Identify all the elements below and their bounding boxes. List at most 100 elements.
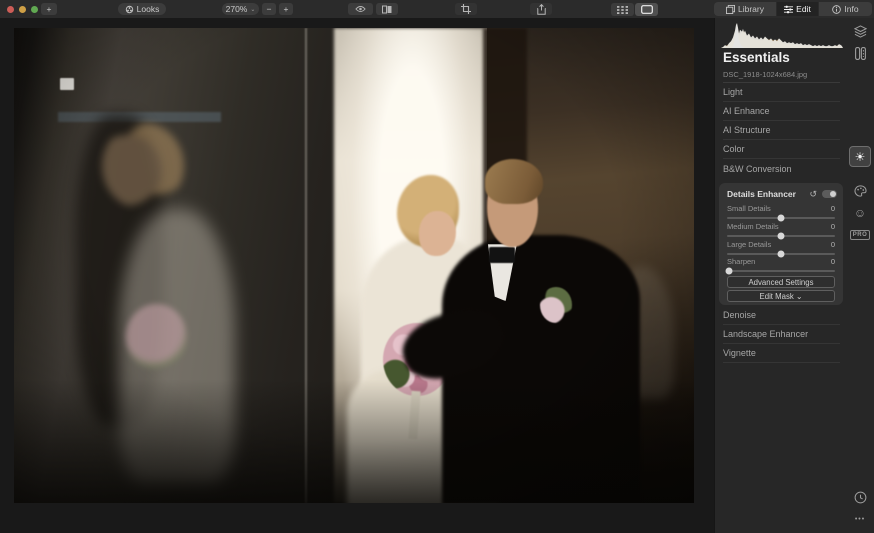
reset-icon[interactable]: ↺ — [809, 189, 817, 199]
close-button[interactable] — [7, 6, 14, 13]
zoom-out-button[interactable]: − — [262, 3, 276, 15]
wedding-photo[interactable] — [14, 28, 694, 503]
section-denoise[interactable]: Denoise — [723, 306, 840, 325]
palette-icon — [854, 185, 867, 197]
histogram[interactable] — [721, 22, 843, 48]
edit-mask-button[interactable]: Edit Mask ⌄ — [727, 290, 835, 302]
tab-info-label: Info — [844, 4, 858, 14]
section-label: AI Structure — [723, 125, 771, 135]
gallery-view-button[interactable] — [611, 3, 634, 16]
slider-handle[interactable] — [726, 267, 733, 274]
toolbar: + Looks 270% ⌄ − + — [0, 0, 874, 18]
slider-value: 0 — [831, 204, 835, 213]
compare-panel-button[interactable] — [846, 44, 874, 62]
share-icon — [537, 4, 546, 15]
looks-label: Looks — [137, 4, 160, 14]
more-options-button[interactable]: ••• — [846, 510, 874, 528]
slider-handle[interactable] — [778, 232, 785, 239]
app-window: + Looks 270% ⌄ − + — [0, 0, 874, 533]
smiley-icon: ☺ — [854, 206, 866, 220]
slider-track[interactable] — [727, 270, 835, 272]
slider-value: 0 — [831, 222, 835, 231]
zoom-level-dropdown[interactable]: 270% ⌄ — [222, 3, 259, 15]
slider-label: Small Details — [727, 204, 771, 213]
tab-library[interactable]: Library — [714, 2, 777, 16]
tool-icon-strip: ☀ ☺ PRO ••• — [846, 18, 874, 533]
share-button[interactable] — [530, 3, 552, 15]
slider-handle[interactable] — [778, 214, 785, 221]
single-view-button[interactable] — [635, 3, 658, 16]
minimize-button[interactable] — [19, 6, 26, 13]
photo-vignette — [14, 28, 694, 503]
looks-button[interactable]: Looks — [118, 3, 166, 15]
section-label: AI Enhance — [723, 106, 770, 116]
image-canvas[interactable] — [0, 18, 714, 533]
edit-sliders-icon — [784, 5, 793, 14]
slider-small-details: Small Details 0 — [727, 204, 835, 220]
slider-value: 0 — [831, 240, 835, 249]
compare-button[interactable] — [376, 3, 398, 15]
filename-label: DSC_1918-1024x684.jpg — [723, 70, 807, 79]
plus-icon: + — [284, 4, 289, 14]
zoom-level-value: 270% — [226, 4, 248, 14]
advanced-settings-button[interactable]: Advanced Settings — [727, 276, 835, 288]
slider-handle[interactable] — [778, 250, 785, 257]
section-label: Color — [723, 144, 745, 154]
add-photos-button[interactable]: + — [41, 3, 57, 15]
section-ai-structure[interactable]: AI Structure — [723, 121, 840, 140]
details-enhancer-panel: Details Enhancer ↺ Small Details 0 Mediu… — [719, 183, 843, 305]
slider-label: Sharpen — [727, 257, 755, 266]
portrait-tools-button[interactable]: ☺ — [846, 204, 874, 222]
looks-icon — [125, 5, 134, 14]
section-label: B&W Conversion — [723, 164, 792, 174]
plus-icon: + — [47, 4, 52, 14]
pro-tools-button[interactable]: PRO — [846, 226, 874, 244]
split-view-icon — [855, 47, 866, 60]
slider-value: 0 — [831, 257, 835, 266]
slider-track[interactable] — [727, 253, 835, 255]
tab-info[interactable]: Info — [819, 2, 872, 16]
sun-icon: ☀ — [855, 150, 866, 164]
section-label: Landscape Enhancer — [723, 329, 808, 339]
history-button[interactable] — [846, 488, 874, 506]
section-landscape-enhancer[interactable]: Landscape Enhancer — [723, 325, 840, 344]
section-color[interactable]: Color — [723, 140, 840, 159]
section-ai-enhance[interactable]: AI Enhance — [723, 102, 840, 121]
section-bw-conversion[interactable]: B&W Conversion — [723, 159, 840, 178]
details-enhancer-header[interactable]: Details Enhancer ↺ — [727, 188, 837, 200]
clock-icon — [854, 491, 867, 504]
section-label: Vignette — [723, 348, 756, 358]
crop-button[interactable] — [455, 3, 477, 15]
quick-preview-button[interactable] — [348, 3, 373, 15]
tab-edit-label: Edit — [796, 4, 811, 14]
slider-sharpen: Sharpen 0 — [727, 257, 835, 273]
single-image-icon — [641, 5, 653, 14]
edit-sidebar: Essentials DSC_1918-1024x684.jpg Light A… — [714, 18, 846, 533]
section-light[interactable]: Light — [723, 83, 840, 102]
library-icon — [726, 5, 735, 14]
slider-track[interactable] — [727, 235, 835, 237]
filter-toggle[interactable] — [822, 190, 837, 198]
slider-label: Medium Details — [727, 222, 779, 231]
mode-tabs: Library Edit Info — [714, 2, 872, 16]
fullscreen-button[interactable] — [31, 6, 38, 13]
tab-edit[interactable]: Edit — [777, 2, 819, 16]
before-after-icon — [382, 5, 392, 14]
slider-large-details: Large Details 0 — [727, 240, 835, 256]
info-icon — [832, 5, 841, 14]
details-enhancer-title: Details Enhancer — [727, 189, 809, 199]
slider-track[interactable] — [727, 217, 835, 219]
essentials-tools-button[interactable]: ☀ — [849, 146, 871, 167]
section-vignette[interactable]: Vignette — [723, 344, 840, 363]
tool-sections-upper: Light AI Enhance AI Structure Color B&W … — [723, 83, 840, 178]
tab-library-label: Library — [738, 4, 764, 14]
ellipsis-icon: ••• — [855, 516, 865, 523]
pro-badge: PRO — [850, 230, 871, 240]
layers-icon — [854, 25, 867, 38]
zoom-in-button[interactable]: + — [279, 3, 293, 15]
section-label: Light — [723, 87, 743, 97]
panel-group-title[interactable]: Essentials — [723, 50, 790, 65]
minus-icon: − — [267, 4, 272, 14]
creative-tools-button[interactable] — [846, 182, 874, 200]
layers-button[interactable] — [846, 22, 874, 40]
